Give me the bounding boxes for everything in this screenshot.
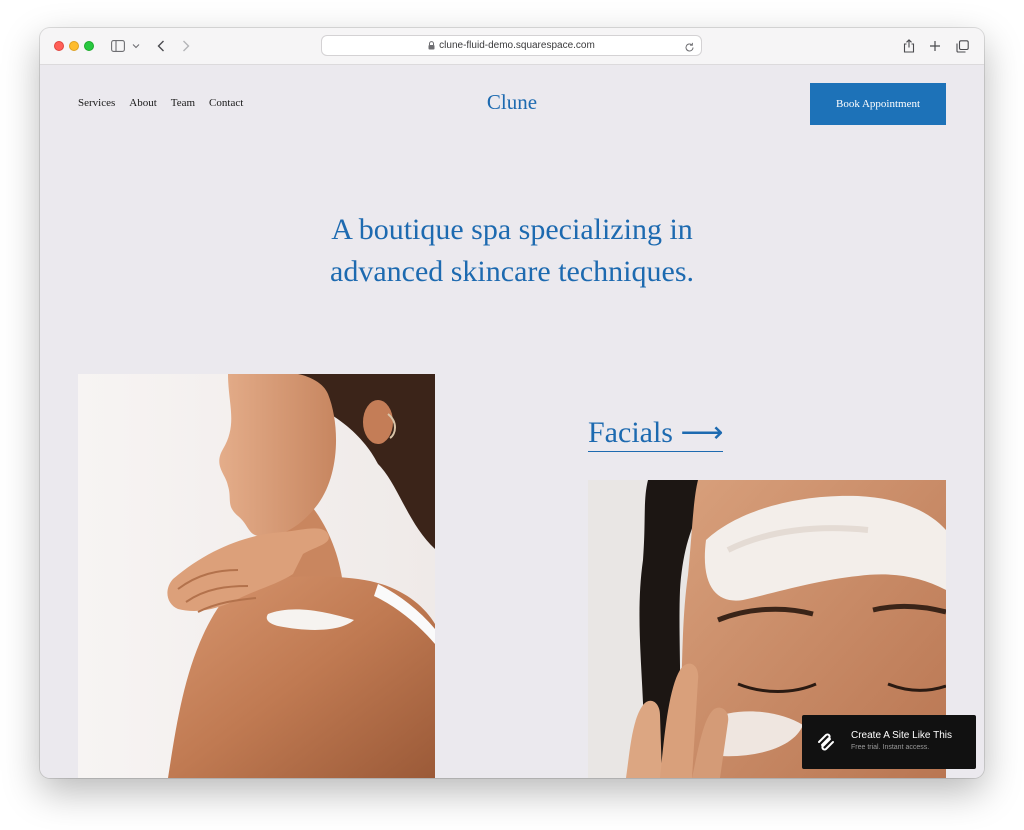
web-page: Services About Team Contact Clune Book A… [40, 65, 984, 778]
hero-line-1: A boutique spa specializing in [331, 213, 693, 246]
browser-toolbar: clune-fluid-demo.squarespace.com [40, 28, 984, 65]
plus-icon[interactable] [928, 36, 942, 56]
share-icon[interactable] [902, 36, 916, 56]
facials-link[interactable]: Facials ⟶ [588, 416, 724, 452]
site-logo[interactable]: Clune [487, 90, 537, 114]
nav-team[interactable]: Team [171, 97, 195, 109]
shoulder-cream-photo [78, 374, 435, 778]
forward-arrow-icon[interactable] [179, 36, 193, 56]
hero-line-2: advanced skincare techniques. [330, 255, 694, 288]
nav-contact[interactable]: Contact [209, 97, 243, 109]
create-site-badge[interactable]: Create A Site Like This Free trial. Inst… [802, 715, 976, 769]
chevron-down-icon[interactable] [131, 36, 141, 56]
address-bar[interactable]: clune-fluid-demo.squarespace.com [321, 35, 702, 56]
minimize-window-button[interactable] [69, 41, 79, 51]
sidebar-icon[interactable] [110, 36, 126, 56]
squarespace-logo-icon [816, 732, 836, 757]
badge-title: Create A Site Like This [851, 730, 952, 741]
main-nav: Services About Team Contact [78, 97, 243, 109]
badge-subtitle: Free trial. Instant access. [851, 744, 930, 751]
back-arrow-icon[interactable] [154, 36, 168, 56]
zoom-window-button[interactable] [84, 41, 94, 51]
lock-icon [428, 37, 435, 55]
nav-services[interactable]: Services [78, 97, 115, 109]
hero-heading: A boutique spa specializing in advanced … [40, 209, 984, 293]
browser-window: clune-fluid-demo.squarespace.com Service… [40, 28, 984, 778]
close-window-button[interactable] [54, 41, 64, 51]
book-appointment-button[interactable]: Book Appointment [810, 83, 946, 125]
url-text: clune-fluid-demo.squarespace.com [439, 40, 595, 51]
tabs-overview-icon[interactable] [955, 36, 969, 56]
nav-about[interactable]: About [129, 97, 157, 109]
reload-icon[interactable] [684, 40, 695, 58]
